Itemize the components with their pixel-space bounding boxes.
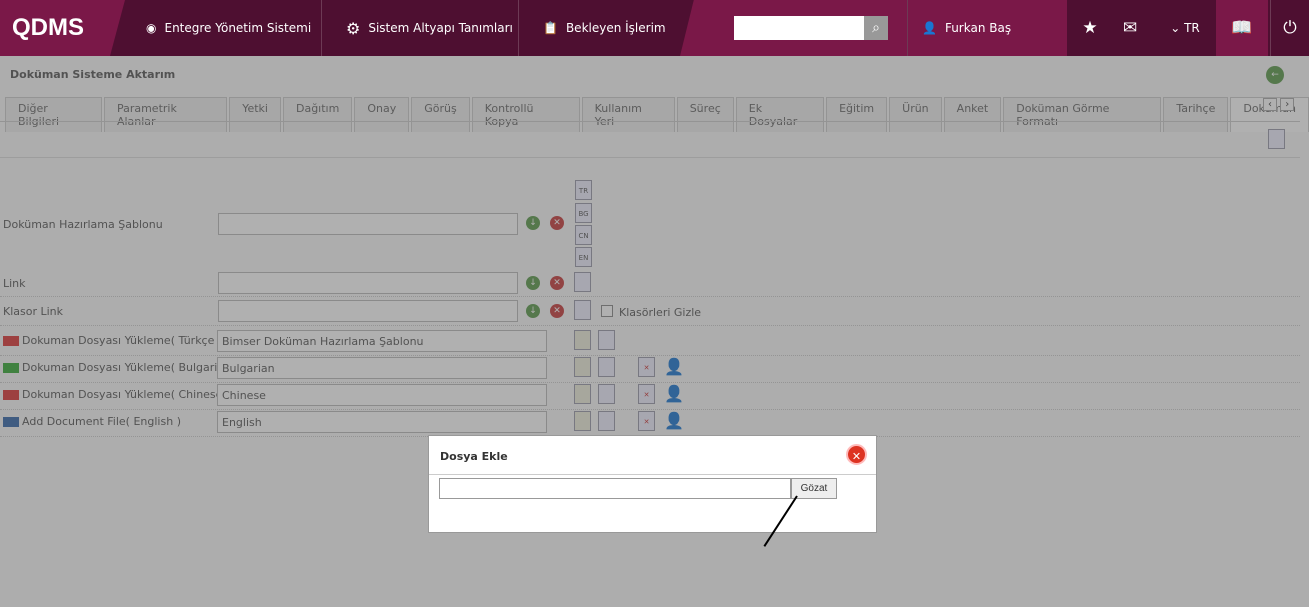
file-add-dialog: Dosya Ekle ✕ Gözat bbox=[428, 435, 877, 533]
user-icon: 👤 bbox=[922, 21, 937, 35]
dialog-title: Dosya Ekle bbox=[440, 450, 508, 463]
file-path-input[interactable] bbox=[439, 478, 791, 499]
clipboard-icon: 📋 bbox=[543, 21, 558, 35]
nav-entegre[interactable]: ◉ Entegre Yönetim Sistemi bbox=[122, 0, 322, 56]
close-icon[interactable]: ✕ bbox=[846, 444, 867, 465]
mail-icon[interactable]: ✉ bbox=[1118, 0, 1142, 56]
divider bbox=[429, 474, 876, 475]
nav-bekleyen[interactable]: 📋 Bekleyen İşlerim bbox=[519, 0, 689, 56]
star-icon[interactable]: ★ bbox=[1078, 0, 1102, 56]
nav-label: Sistem Altyapı Tanımları bbox=[368, 21, 513, 35]
nav-sistem[interactable]: ⚙ Sistem Altyapı Tanımları bbox=[322, 0, 519, 56]
language-select[interactable]: ⌄ TR bbox=[1160, 0, 1210, 56]
top-header: QDMS ◉ Entegre Yönetim Sistemi ⚙ Sistem Al… bbox=[0, 0, 1309, 56]
search-input[interactable] bbox=[734, 16, 864, 40]
gear-icon: ⚙ bbox=[346, 18, 361, 38]
user-menu[interactable]: 👤 Furkan Baş bbox=[907, 0, 1067, 56]
book-icon[interactable]: 📖 bbox=[1216, 0, 1268, 56]
chevron-down-icon: ⌄ bbox=[1170, 21, 1185, 35]
logo[interactable]: QDMS bbox=[0, 0, 125, 56]
nav-label: Bekleyen İşlerim bbox=[565, 21, 666, 35]
nav-label: Entegre Yönetim Sistemi bbox=[164, 21, 312, 35]
search-button[interactable]: ⌕ bbox=[864, 16, 888, 40]
power-icon[interactable]: ⏻ bbox=[1270, 0, 1309, 56]
q-icon: ◉ bbox=[146, 21, 157, 35]
user-name: Furkan Baş bbox=[944, 21, 1012, 35]
lang-label: TR bbox=[1184, 21, 1200, 35]
